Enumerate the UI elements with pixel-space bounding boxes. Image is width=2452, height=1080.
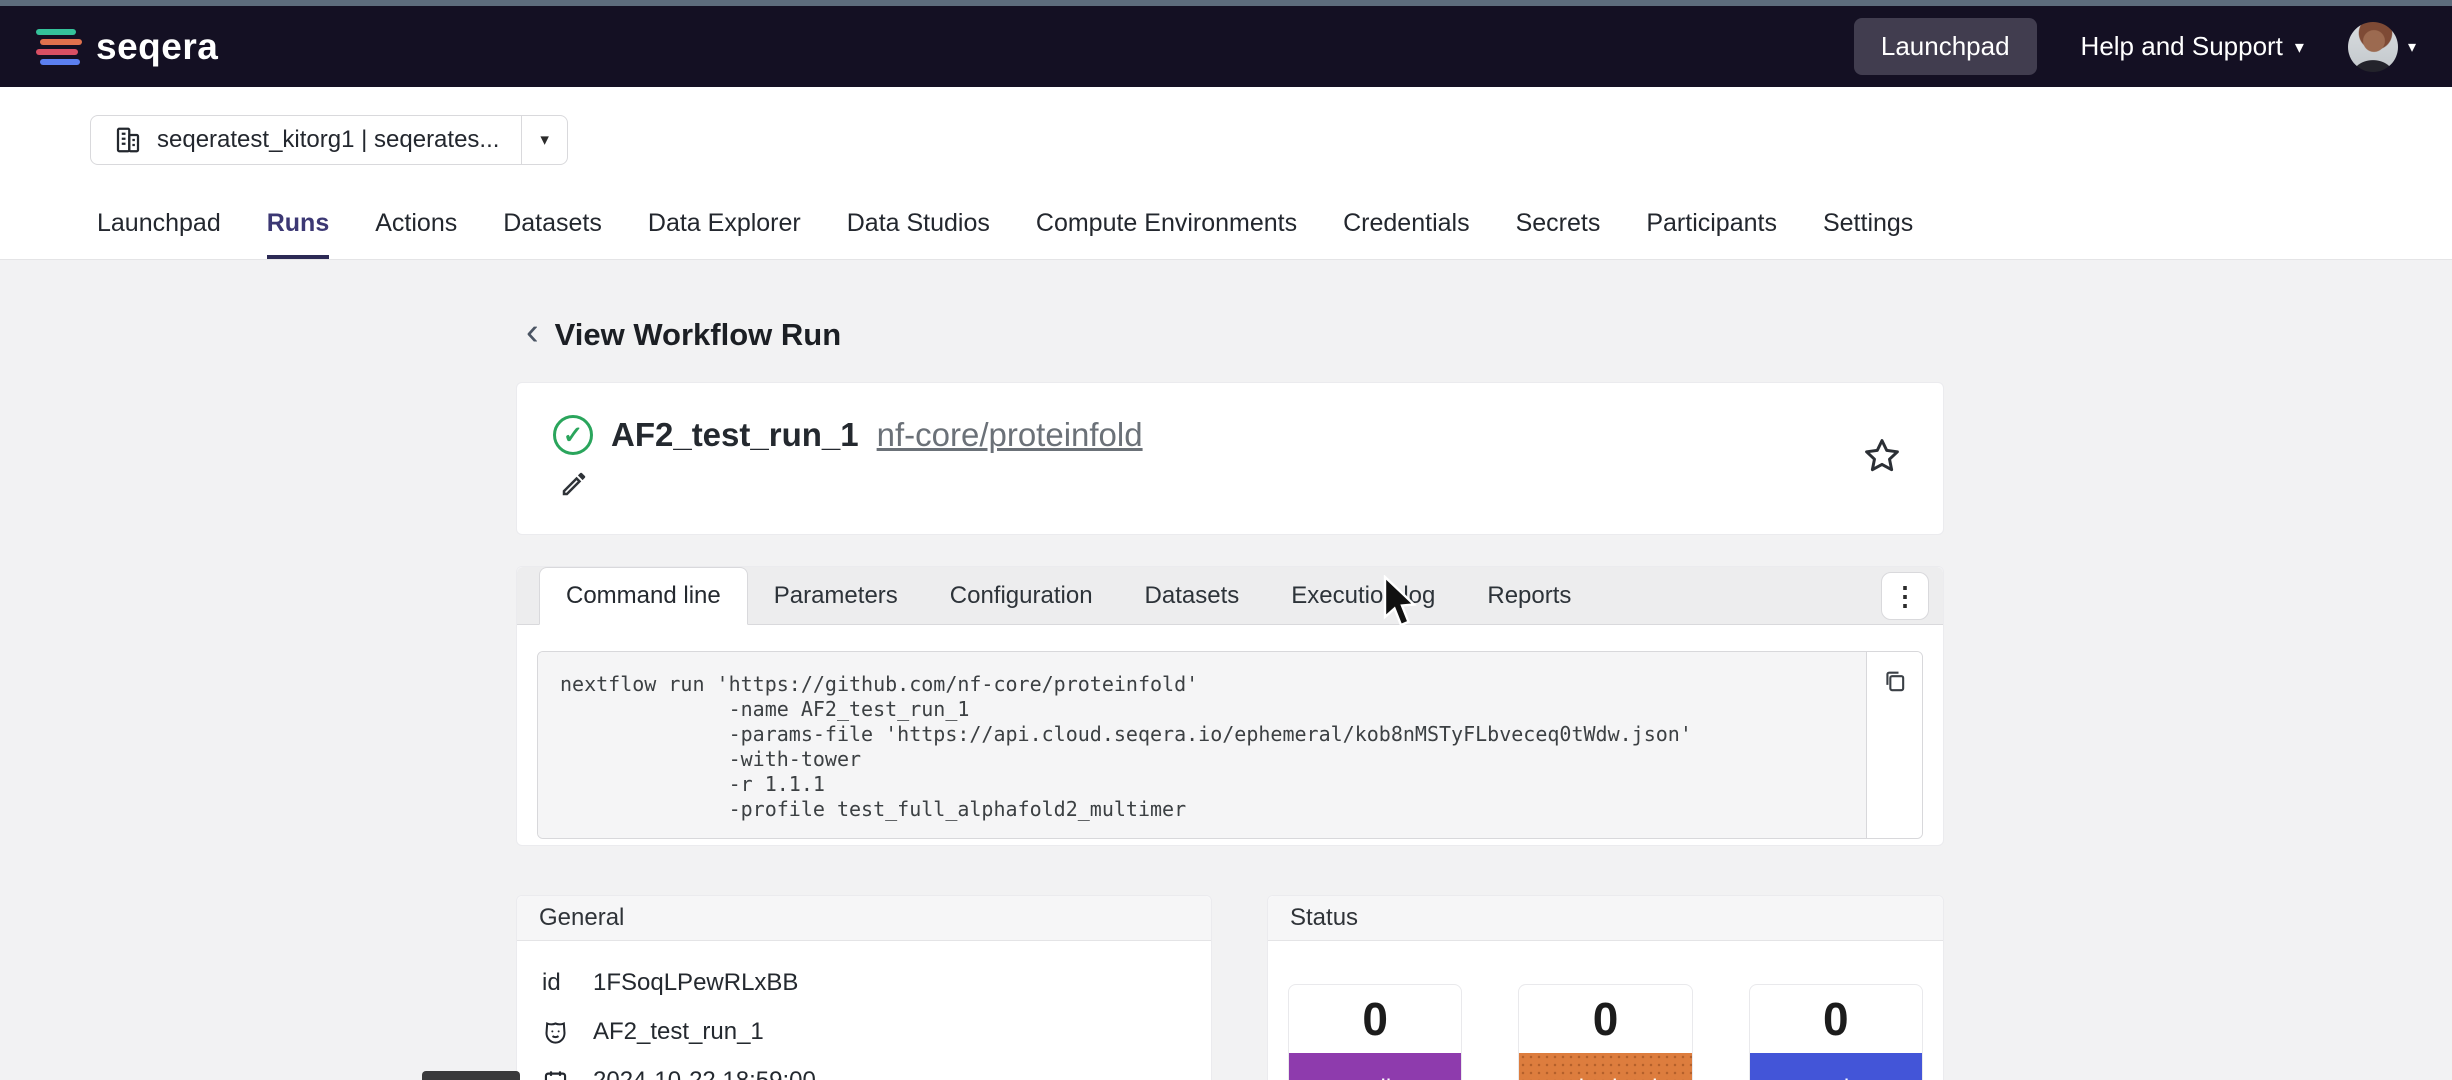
nav-tab-runs[interactable]: Runs (267, 209, 330, 259)
general-row-run-name: AF2_test_run_1 (542, 1018, 1211, 1046)
pending-count: 0 (1289, 985, 1461, 1053)
pending-label: pending (1289, 1053, 1461, 1080)
status-tile-running: 0 running (1749, 984, 1923, 1080)
chevron-down-icon: ▾ (540, 130, 549, 150)
tab-configuration[interactable]: Configuration (924, 567, 1119, 624)
tab-execution-log[interactable]: Execution log (1265, 567, 1461, 624)
launchpad-button[interactable]: Launchpad (1854, 18, 2037, 75)
nav-tab-launchpad[interactable]: Launchpad (97, 209, 221, 259)
seqera-logo-icon (36, 26, 82, 68)
run-name: AF2_test_run_1 (611, 416, 859, 454)
avatar[interactable] (2348, 22, 2398, 72)
nav-tab-actions[interactable]: Actions (375, 209, 457, 259)
submitted-label: submitted (1519, 1053, 1691, 1080)
run-detail-card: Command line Parameters Configuration Da… (516, 566, 1944, 846)
workspace-dropdown-toggle[interactable]: ▾ (521, 116, 567, 164)
run-detail-tab-strip: Command line Parameters Configuration Da… (517, 567, 1943, 625)
organization-icon (113, 125, 143, 155)
status-card: Status 0 pending 0 submitted 0 running (1267, 895, 1944, 1080)
tab-parameters[interactable]: Parameters (748, 567, 924, 624)
run-success-icon: ✓ (553, 415, 593, 455)
chevron-down-icon: ▾ (2408, 37, 2416, 57)
workspace-band: seqeratest_kitorg1 | seqerates... ▾ Laun… (0, 87, 2452, 260)
command-line-panel: nextflow run 'https://github.com/nf-core… (537, 651, 1923, 839)
run-name-icon (542, 1019, 569, 1046)
running-label: running (1750, 1053, 1922, 1080)
help-support-label: Help and Support (2081, 31, 2283, 62)
command-line-code-area: nextflow run 'https://github.com/nf-core… (538, 652, 1866, 838)
more-options-button[interactable]: ⋮ (1881, 572, 1929, 620)
star-icon[interactable] (1861, 435, 1903, 477)
main-content: ‹ View Workflow Run ✓ AF2_test_run_1 nf-… (516, 249, 1944, 1080)
chevron-down-icon: ▾ (2295, 38, 2304, 56)
run-header-card: ✓ AF2_test_run_1 nf-core/proteinfold (516, 382, 1944, 535)
status-tile-submitted: 0 submitted (1518, 984, 1692, 1080)
tab-datasets[interactable]: Datasets (1119, 567, 1266, 624)
user-menu[interactable]: ▾ (2348, 22, 2416, 72)
tab-command-line[interactable]: Command line (539, 567, 748, 625)
brand-name: seqera (96, 26, 218, 68)
workspace-name: seqeratest_kitorg1 | seqerates... (157, 126, 499, 154)
pipeline-link[interactable]: nf-core/proteinfold (877, 416, 1143, 454)
edit-run-name-icon[interactable] (559, 469, 589, 499)
back-button[interactable]: ‹ (526, 313, 539, 357)
general-card-title: General (517, 896, 1211, 941)
id-label: id (542, 969, 569, 997)
run-date-value: 2024-10-22 18:59:00 (593, 1067, 816, 1080)
run-id-value: 1FSoqLPewRLxBB (593, 969, 798, 997)
run-name-value: AF2_test_run_1 (593, 1018, 764, 1046)
seqera-logo[interactable]: seqera (36, 26, 218, 68)
workspace-selector[interactable]: seqeratest_kitorg1 | seqerates... ▾ (90, 115, 568, 165)
page-title: View Workflow Run (555, 317, 842, 353)
tab-reports[interactable]: Reports (1461, 567, 1597, 624)
command-line-code: nextflow run 'https://github.com/nf-core… (560, 672, 1844, 822)
general-card: General id 1FSoqLPewRLxBB AF2_test_run_1 (516, 895, 1212, 1080)
status-tile-pending: 0 pending (1288, 984, 1462, 1080)
submitted-count: 0 (1519, 985, 1691, 1053)
tab-execution-log-label: Execution log (1291, 582, 1435, 610)
general-row-id: id 1FSoqLPewRLxBB (542, 969, 1211, 997)
help-support-menu[interactable]: Help and Support ▾ (2081, 31, 2304, 62)
status-card-title: Status (1268, 896, 1943, 941)
copy-icon[interactable] (1881, 668, 1909, 696)
running-count: 0 (1750, 985, 1922, 1053)
top-navbar: seqera Launchpad Help and Support ▾ ▾ (0, 6, 2452, 87)
dock-edge (422, 1071, 520, 1080)
calendar-icon (542, 1068, 569, 1080)
general-row-date: 2024-10-22 18:59:00 (542, 1067, 1211, 1080)
